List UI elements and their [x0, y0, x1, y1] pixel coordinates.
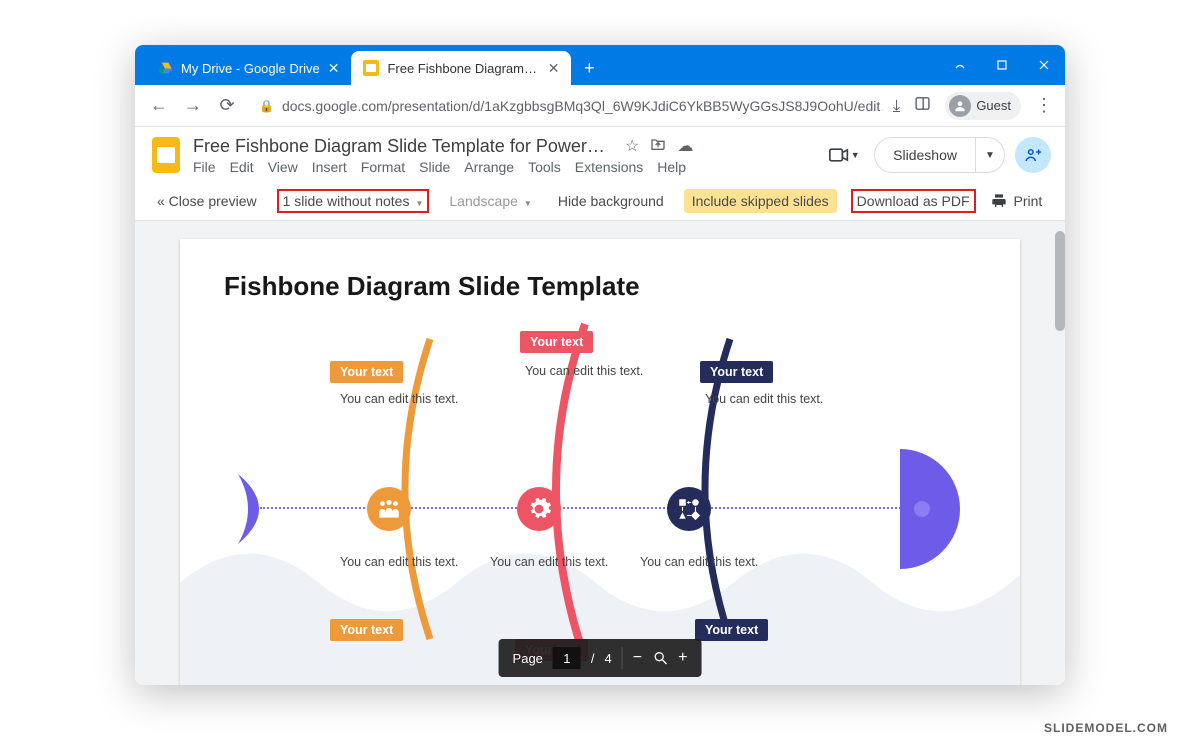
browser-titlebar: My Drive - Google Drive ✕ Free Fishbone …: [135, 45, 1065, 85]
avatar-icon: [949, 95, 971, 117]
forward-button[interactable]: →: [181, 95, 205, 116]
print-toolbar: « Close preview 1 slide without notes La…: [135, 181, 1065, 221]
watermark: SLIDEMODEL.COM: [1044, 721, 1168, 735]
print-button[interactable]: Print: [990, 193, 1043, 209]
page-label: Page: [513, 651, 543, 666]
slideshow-button[interactable]: Slideshow: [874, 137, 975, 173]
slides-icon: [363, 60, 379, 76]
bone-label: Your text: [330, 619, 403, 641]
menu-file[interactable]: File: [193, 159, 216, 175]
bone-label: Your text: [700, 361, 773, 383]
cloud-icon[interactable]: ☁: [677, 136, 693, 157]
bone-label: Your text: [520, 331, 593, 353]
bone-text: You can edit this text.: [525, 363, 645, 380]
share-button[interactable]: [1015, 137, 1051, 173]
fish-head: [900, 449, 980, 569]
slide-heading: Fishbone Diagram Slide Template: [224, 271, 976, 302]
menu-insert[interactable]: Insert: [312, 159, 347, 175]
node-gear-icon: [517, 487, 561, 531]
slide-preview: Fishbone Diagram Slide Template: [180, 239, 1020, 685]
page-separator: /: [591, 651, 595, 666]
bone-label: Your text: [695, 619, 768, 641]
menu-extensions[interactable]: Extensions: [575, 159, 643, 175]
menu-edit[interactable]: Edit: [230, 159, 254, 175]
include-skipped-button[interactable]: Include skipped slides: [684, 189, 837, 213]
lock-icon: 🔒: [259, 99, 274, 113]
page-total: 4: [605, 651, 612, 666]
zoom-reset-button[interactable]: [652, 650, 668, 666]
window-controls: [939, 45, 1065, 85]
slideshow-dropdown[interactable]: ▼: [975, 137, 1005, 173]
zoom-in-button[interactable]: +: [678, 649, 687, 667]
menubar: File Edit View Insert Format Slide Arran…: [193, 159, 814, 175]
download-pdf-button[interactable]: Download as PDF: [851, 189, 976, 213]
close-icon[interactable]: ✕: [548, 60, 560, 77]
hide-background-button[interactable]: Hide background: [552, 190, 670, 212]
tab-title: My Drive - Google Drive: [181, 61, 320, 76]
maximize-button[interactable]: [981, 45, 1023, 85]
profile-chip[interactable]: Guest: [945, 92, 1021, 120]
url-field[interactable]: 🔒 docs.google.com/presentation/d/1aKzgbb…: [249, 91, 883, 121]
page-current-input[interactable]: [553, 647, 581, 669]
close-preview-button[interactable]: « Close preview: [151, 190, 263, 212]
download-icon[interactable]: ⤓: [893, 96, 901, 116]
bone-text: You can edit this text.: [705, 391, 825, 408]
drive-icon: [157, 60, 173, 76]
browser-window: My Drive - Google Drive ✕ Free Fishbone …: [135, 45, 1065, 685]
profile-label: Guest: [976, 98, 1011, 113]
orientation-dropdown[interactable]: Landscape: [443, 190, 537, 212]
print-icon: [990, 193, 1008, 209]
canvas-area: Fishbone Diagram Slide Template: [135, 221, 1065, 685]
move-icon[interactable]: [649, 136, 667, 157]
menu-tools[interactable]: Tools: [528, 159, 561, 175]
docs-header: Free Fishbone Diagram Slide Template for…: [135, 127, 1065, 181]
menu-format[interactable]: Format: [361, 159, 405, 175]
tab-slides[interactable]: Free Fishbone Diagram Slide Tem ✕: [351, 51, 571, 85]
fish-tail: [230, 474, 290, 544]
bone-text: You can edit this text.: [490, 554, 610, 571]
bone-label: Your text: [330, 361, 403, 383]
star-icon[interactable]: ☆: [625, 136, 639, 157]
scrollbar[interactable]: [1051, 221, 1065, 685]
addrbar-right: ⤓ Guest ⋮: [893, 92, 1053, 120]
fishbone-diagram: Your text You can edit this text. You ca…: [220, 399, 980, 619]
slides-notes-dropdown[interactable]: 1 slide without notes: [277, 189, 430, 213]
panel-icon[interactable]: [914, 95, 931, 117]
close-icon[interactable]: ✕: [328, 60, 340, 77]
close-button[interactable]: [1023, 45, 1065, 85]
zoom-out-button[interactable]: −: [633, 649, 642, 667]
bone-text: You can edit this text.: [340, 554, 460, 571]
doc-title[interactable]: Free Fishbone Diagram Slide Template for…: [193, 136, 613, 157]
address-bar: ← → ⟳ 🔒 docs.google.com/presentation/d/1…: [135, 85, 1065, 127]
url-text: docs.google.com/presentation/d/1aKzgbbsg…: [282, 98, 883, 114]
page-overlay-toolbar: Page / 4 − +: [499, 639, 702, 677]
minimize-button[interactable]: [939, 45, 981, 85]
tab-drive[interactable]: My Drive - Google Drive ✕: [145, 51, 351, 85]
menu-arrange[interactable]: Arrange: [464, 159, 514, 175]
bone-text: You can edit this text.: [340, 391, 460, 408]
node-process-icon: [667, 487, 711, 531]
app-icon[interactable]: [149, 133, 183, 177]
node-people-icon: [367, 487, 411, 531]
slideshow-split: Slideshow ▼: [874, 137, 1005, 173]
tab-title: Free Fishbone Diagram Slide Tem: [387, 61, 539, 76]
menu-slide[interactable]: Slide: [419, 159, 450, 175]
kebab-icon[interactable]: ⋮: [1035, 95, 1053, 116]
bone-text: You can edit this text.: [640, 554, 760, 571]
new-tab-button[interactable]: +: [575, 51, 603, 85]
divider: [622, 647, 623, 669]
header-right: ▼ Slideshow ▼: [824, 137, 1051, 173]
browser-tabs: My Drive - Google Drive ✕ Free Fishbone …: [135, 45, 939, 85]
menu-view[interactable]: View: [268, 159, 298, 175]
reload-button[interactable]: ⟳: [215, 95, 239, 116]
back-button[interactable]: ←: [147, 95, 171, 116]
menu-help[interactable]: Help: [657, 159, 686, 175]
meet-button[interactable]: ▼: [824, 137, 864, 173]
doc-title-row: Free Fishbone Diagram Slide Template for…: [193, 136, 814, 157]
